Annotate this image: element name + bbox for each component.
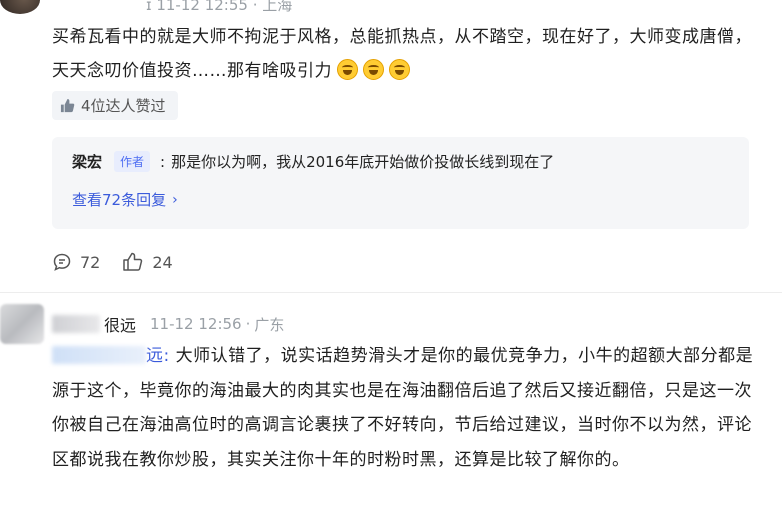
comment-actions: 72 24	[52, 252, 195, 272]
thumbs-up-icon	[123, 252, 143, 271]
comment-time: 11-12 12:56	[150, 315, 242, 333]
avatar[interactable]	[0, 304, 44, 344]
comment2-header: 很远 11-12 12:56 · 广东	[52, 312, 284, 336]
avatar[interactable]	[0, 0, 40, 14]
author-reply: 梁宏 作者 : 那是你以为啊，我从2016年底开始做价投做长线到现在了	[72, 151, 554, 172]
laugh-cry-emoji	[389, 59, 410, 80]
comment-text: 远: 大师认错了，说实话趋势滑头才是你的最优竞争力，小牛的超额大部分都是源于这个…	[52, 339, 764, 477]
reply-button[interactable]: 72	[52, 252, 100, 272]
reply-preview: 梁宏 作者 : 那是你以为啊，我从2016年底开始做价投做长线到现在了 查看72…	[52, 137, 749, 229]
comment-text: 买希瓦看中的就是大师不拘泥于风格，总能抓热点，从不踏空，现在好了，大师变成唐僧，…	[52, 20, 764, 88]
reply-username[interactable]: 梁宏	[72, 151, 102, 172]
mention-link[interactable]: 远:	[146, 346, 170, 366]
comment-location: 广东	[254, 315, 285, 334]
like-button[interactable]: 24	[122, 252, 173, 272]
experts-liked-badge[interactable]: 4位达人赞过	[52, 91, 178, 120]
blurred-mention	[52, 346, 146, 364]
chevron-right-icon: ›	[172, 191, 178, 208]
view-replies-link[interactable]: 查看72条回复 ›	[72, 189, 178, 210]
divider	[0, 292, 782, 293]
laugh-cry-emoji	[363, 59, 384, 80]
laugh-cry-emoji	[337, 59, 358, 80]
like-count: 24	[152, 252, 173, 272]
blurred-username	[52, 315, 100, 333]
comment-icon	[53, 253, 71, 271]
reply-text: 那是你以为啊，我从2016年底开始做价投做长线到现在了	[171, 153, 555, 171]
author-badge: 作者	[114, 151, 151, 172]
view-replies-label: 查看72条回复	[72, 191, 167, 209]
comment1-header: ɪ 11-12 12:55 · 上海	[0, 0, 782, 14]
meta-separator: ·	[245, 315, 251, 333]
comment-count: 72	[80, 252, 101, 272]
reply-separator: :	[160, 152, 166, 171]
username[interactable]: 很远	[104, 312, 136, 336]
comment-meta: ɪ 11-12 12:55 · 上海	[146, 0, 293, 14]
thumbs-up-icon	[60, 98, 75, 113]
liked-label: 4位达人赞过	[81, 97, 166, 115]
